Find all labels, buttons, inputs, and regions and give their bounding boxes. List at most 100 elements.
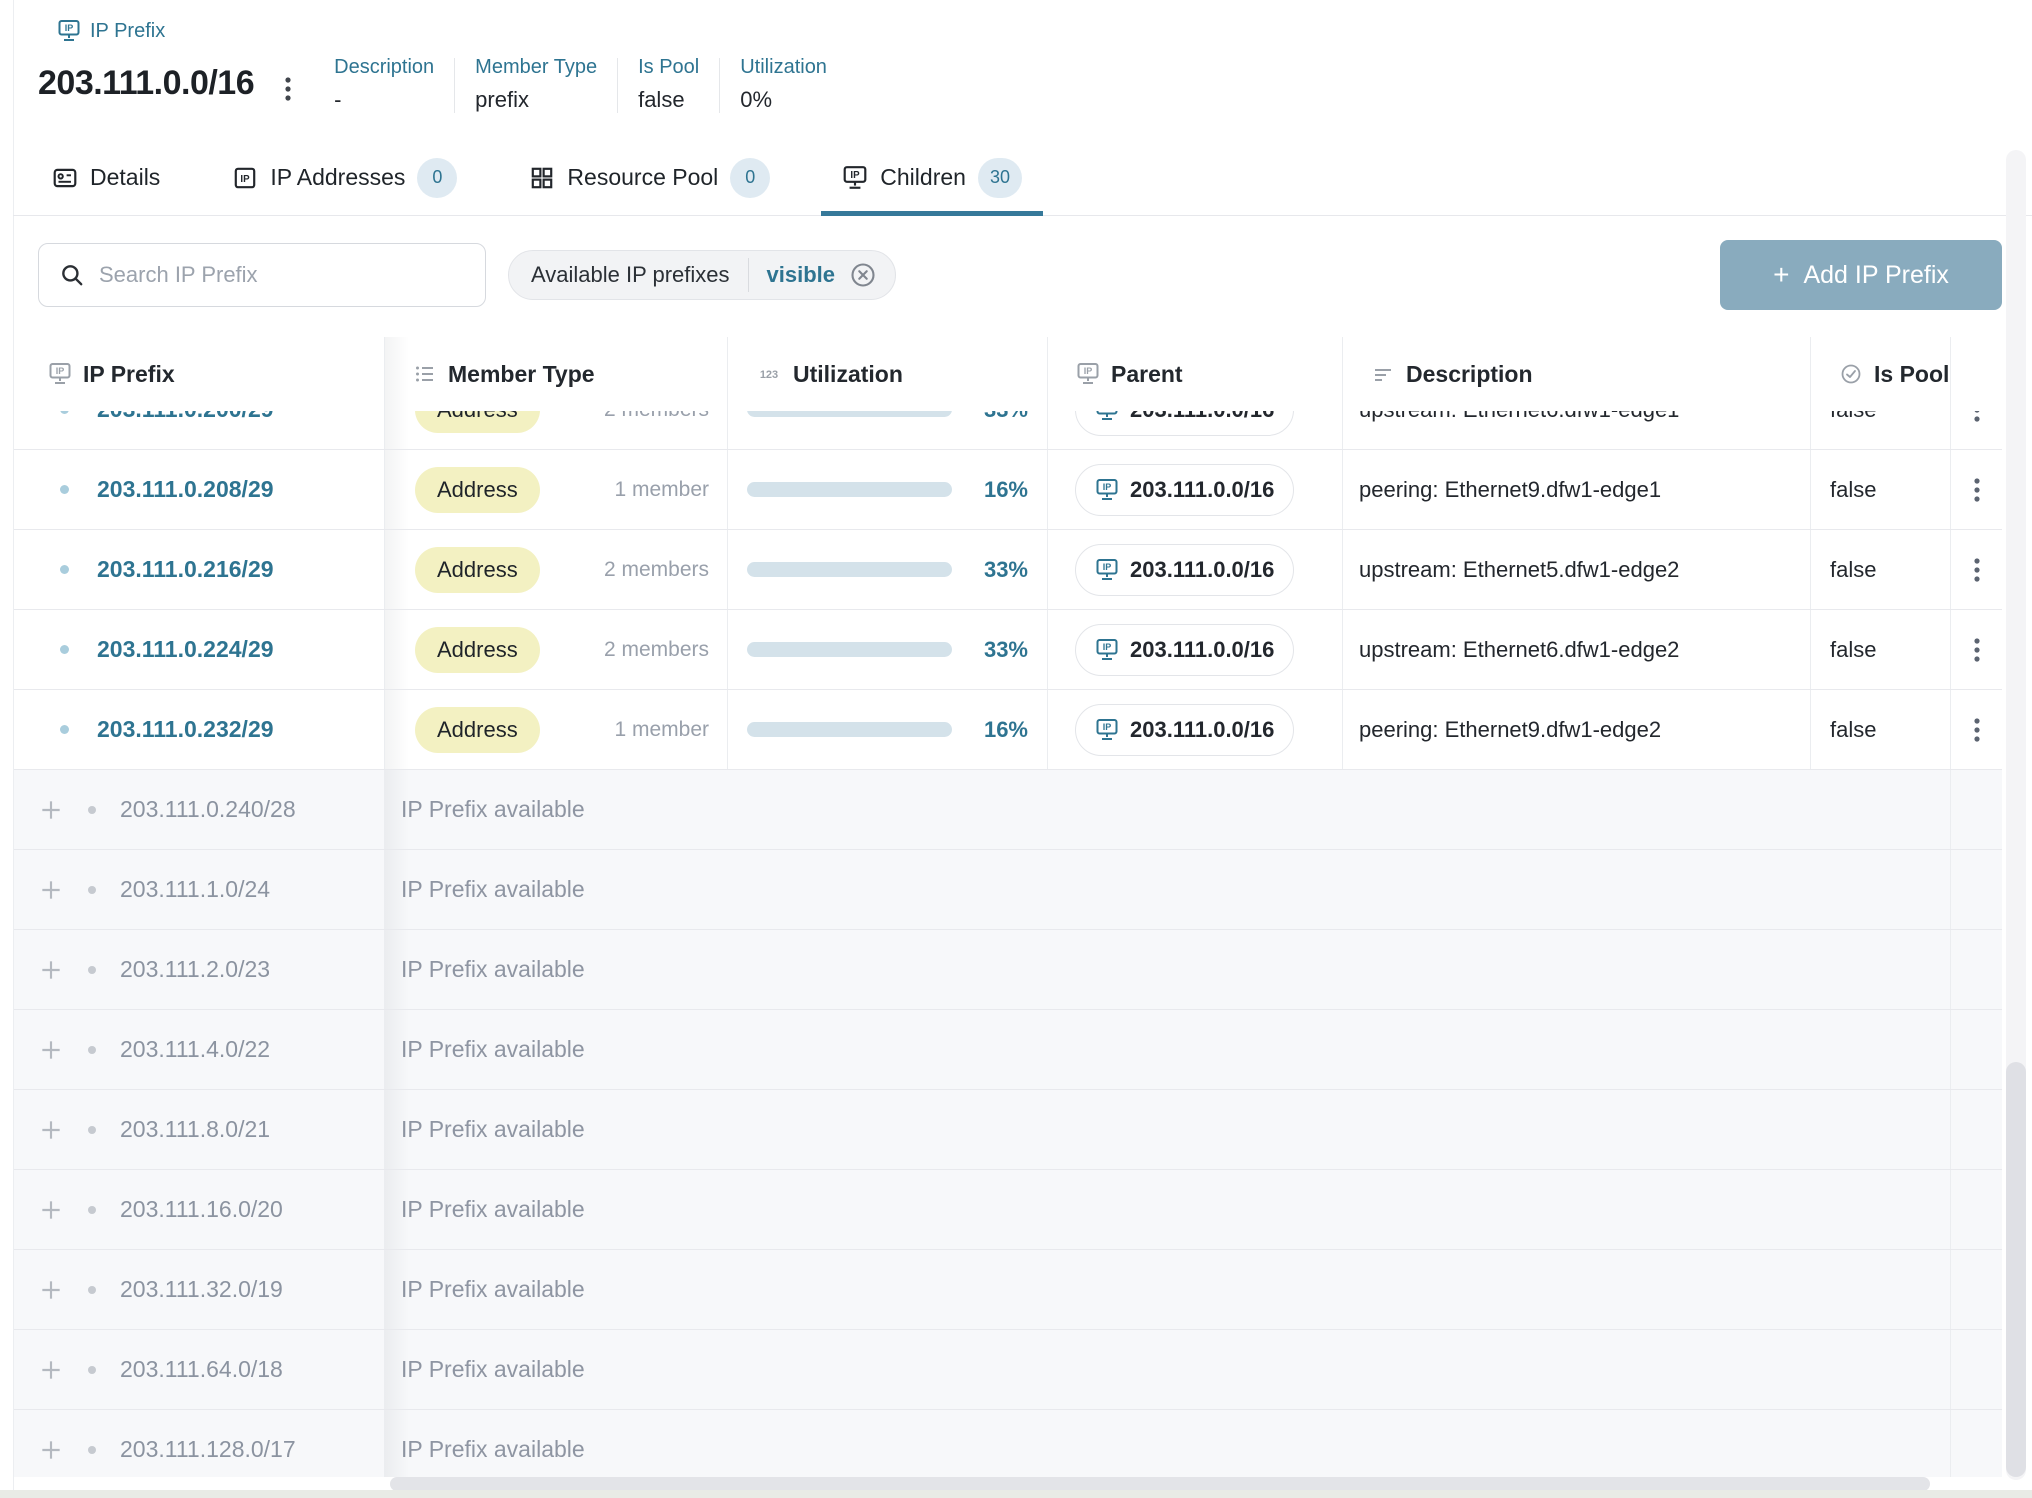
id-card-icon: [52, 165, 78, 191]
cell-ip-prefix: 203.111.0.208/29: [14, 450, 385, 529]
search-input[interactable]: [99, 262, 465, 288]
member-count: 1 member: [614, 718, 709, 742]
tab-label: IP Addresses: [270, 164, 405, 191]
row-kebab-menu-button[interactable]: [1967, 631, 1987, 669]
column-header-description[interactable]: Description: [1343, 337, 1811, 411]
cell-actions: [1951, 450, 2002, 529]
status-dot-icon: [88, 1206, 96, 1214]
cell-ip-prefix: 203.111.0.240/28: [14, 770, 385, 849]
tab-label: Resource Pool: [567, 164, 718, 191]
plus-icon: +: [1773, 261, 1789, 289]
row-kebab-menu-button[interactable]: [1967, 551, 1987, 589]
utilization-percent: 33%: [970, 637, 1028, 663]
cell-ip-prefix: 203.111.0.216/29: [14, 530, 385, 609]
row-kebab-menu-button[interactable]: [1967, 711, 1987, 749]
parent-prefix-chip[interactable]: 203.111.0.0/16: [1075, 544, 1294, 596]
cell-available-status: IP Prefix available: [385, 930, 1951, 1009]
status-dot-icon: [88, 1366, 96, 1374]
parent-prefix-chip[interactable]: 203.111.0.0/16: [1075, 624, 1294, 676]
cell-actions: [1951, 1330, 2002, 1409]
kebab-vertical-icon: [1973, 637, 1981, 663]
check-circle-icon: [1839, 362, 1863, 386]
cell-description: upstream: Ethernet5.dfw1-edge2: [1343, 530, 1811, 609]
ip-address-icon: IP: [232, 165, 258, 191]
add-child-prefix-button[interactable]: [38, 877, 64, 903]
cell-member-type: Address 2 members: [385, 530, 728, 609]
vertical-scrollbar-thumb[interactable]: [2006, 1062, 2026, 1477]
member-type-badge: Address: [415, 467, 540, 513]
add-child-prefix-button[interactable]: [38, 957, 64, 983]
cell-is-pool: false: [1811, 610, 1951, 689]
ip-prefix-link[interactable]: 203.111.0.216/29: [97, 556, 274, 583]
row-kebab-menu-button[interactable]: [1967, 471, 1987, 509]
column-header-ip-prefix[interactable]: IP Prefix: [14, 337, 385, 411]
column-header-utilization[interactable]: 123 Utilization: [728, 337, 1048, 411]
table-body: 203.111.0.200/29 Address 2 members 33% 2…: [14, 370, 2002, 1477]
add-child-prefix-button[interactable]: [38, 1037, 64, 1063]
tab-resource-pool[interactable]: Resource Pool 0: [508, 140, 791, 215]
member-type-badge: Address: [415, 627, 540, 673]
status-dot-icon: [60, 565, 69, 574]
utilization-percent: 16%: [970, 717, 1028, 743]
available-status-text: IP Prefix available: [401, 956, 585, 983]
table-row-available-prefix: 203.111.32.0/19 IP Prefix available: [14, 1250, 2002, 1330]
table-row-available-prefix: 203.111.0.240/28 IP Prefix available: [14, 770, 2002, 850]
add-child-prefix-button[interactable]: [38, 1117, 64, 1143]
filter-label: Available IP prefixes: [531, 262, 748, 288]
ip-prefix-link[interactable]: 203.111.0.224/29: [97, 636, 274, 663]
tab-details[interactable]: Details: [31, 140, 181, 215]
add-child-prefix-button[interactable]: [38, 1437, 64, 1463]
status-dot-icon: [88, 1446, 96, 1454]
window-bottom-edge: [0, 1490, 2032, 1498]
column-header-member-type[interactable]: Member Type: [385, 337, 728, 411]
tab-count-badge: 0: [730, 158, 770, 198]
utilization-percent: 16%: [970, 477, 1028, 503]
cell-actions: [1951, 850, 2002, 929]
add-ip-prefix-button[interactable]: + Add IP Prefix: [1720, 240, 2002, 310]
add-child-prefix-button[interactable]: [38, 797, 64, 823]
available-prefix-label: 203.111.64.0/18: [120, 1356, 283, 1383]
tab-ip-addresses[interactable]: IP IP Addresses 0: [211, 140, 478, 215]
is-pool-value: false: [1830, 557, 1876, 583]
table-header-row: IP Prefix Member Type 123 Utilization: [14, 337, 2002, 411]
available-status-text: IP Prefix available: [401, 1356, 585, 1383]
horizontal-scrollbar: [0, 1477, 2032, 1491]
horizontal-scrollbar-thumb[interactable]: [390, 1477, 1930, 1491]
parent-prefix-label: 203.111.0.0/16: [1130, 637, 1274, 663]
summary-value: 0%: [740, 87, 827, 113]
summary-is-pool: Is Pool false: [618, 56, 719, 113]
search-icon: [59, 262, 85, 288]
parent-prefix-chip[interactable]: 203.111.0.0/16: [1075, 704, 1294, 756]
cell-available-status: IP Prefix available: [385, 1170, 1951, 1249]
add-child-prefix-button[interactable]: [38, 1277, 64, 1303]
member-type-badge: Address: [415, 547, 540, 593]
cell-available-status: IP Prefix available: [385, 1330, 1951, 1409]
cell-is-pool: false: [1811, 450, 1951, 529]
add-child-prefix-button[interactable]: [38, 1357, 64, 1383]
breadcrumb[interactable]: IP Prefix: [57, 19, 2002, 43]
ip-prefix-icon: [57, 19, 81, 43]
filter-chip-available-prefixes[interactable]: Available IP prefixes visible: [508, 250, 896, 300]
column-header-is-pool[interactable]: Is Pool: [1811, 337, 1951, 411]
column-header-parent[interactable]: Parent: [1048, 337, 1343, 411]
parent-prefix-chip[interactable]: 203.111.0.0/16: [1075, 464, 1294, 516]
member-type-badge: Address: [415, 707, 540, 753]
add-child-prefix-button[interactable]: [38, 1197, 64, 1223]
title-kebab-menu-button[interactable]: [280, 72, 296, 109]
filter-remove-button[interactable]: [847, 259, 879, 291]
available-prefix-label: 203.111.0.240/28: [120, 796, 296, 823]
status-dot-icon: [88, 966, 96, 974]
ip-prefix-link[interactable]: 203.111.0.208/29: [97, 476, 274, 503]
ip-prefix-icon: [48, 362, 72, 386]
cell-actions: [1951, 530, 2002, 609]
status-dot-icon: [88, 1286, 96, 1294]
table-row-ip-prefix: 203.111.0.208/29 Address 1 member 16% 20…: [14, 450, 2002, 530]
column-label: Is Pool: [1874, 361, 1949, 388]
filter-value: visible: [749, 262, 847, 288]
available-status-text: IP Prefix available: [401, 1436, 585, 1463]
status-dot-icon: [60, 645, 69, 654]
tab-children[interactable]: Children 30: [821, 140, 1043, 215]
column-label: Utilization: [793, 361, 903, 388]
plus-icon: [38, 1117, 64, 1143]
ip-prefix-link[interactable]: 203.111.0.232/29: [97, 716, 274, 743]
